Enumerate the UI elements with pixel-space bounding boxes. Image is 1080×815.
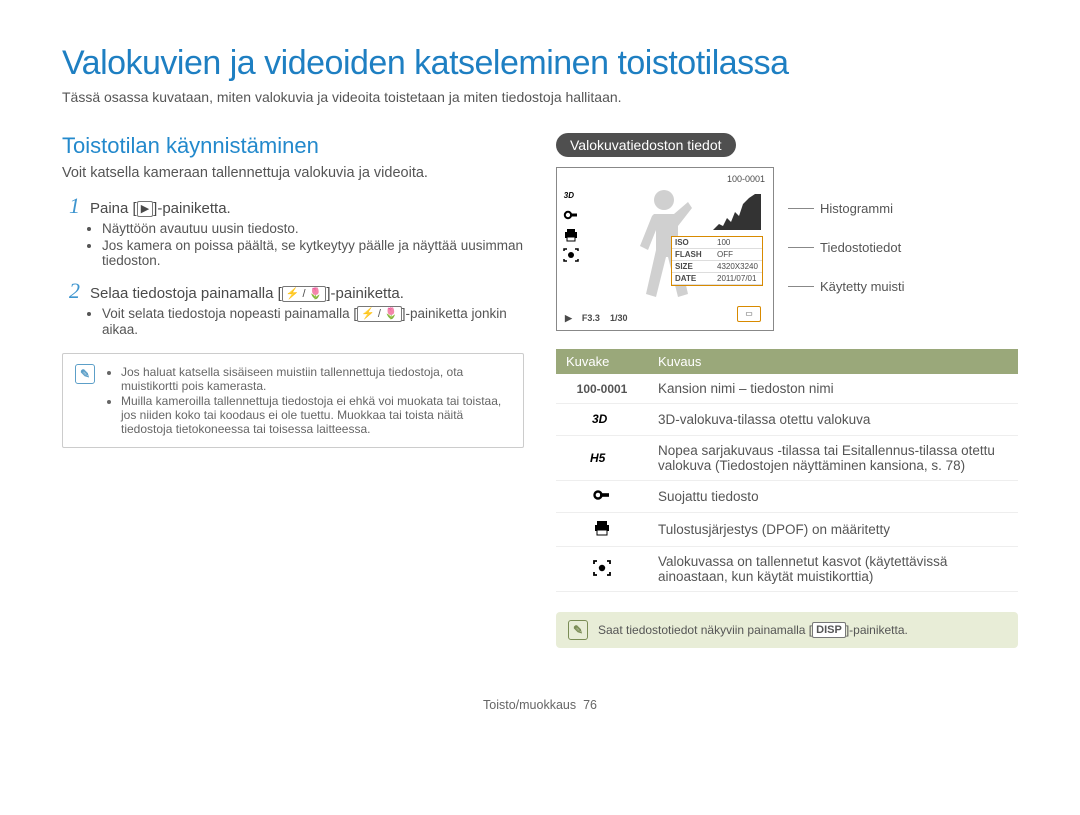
step-1-bullets: Näyttöön avautuu uusin tiedosto. Jos kam… <box>102 221 524 268</box>
shutter-value: 1/30 <box>610 313 628 324</box>
folder-id-label: 100-0001 <box>727 174 765 184</box>
footer-page-number: 76 <box>583 698 597 712</box>
icon-legend-table: Kuvake Kuvaus 100-0001 Kansion nimi – ti… <box>556 349 1018 592</box>
right-column: Valokuvatiedoston tiedot 100-0001 3D <box>556 133 1018 648</box>
note-list: Jos haluat katsella sisäiseen muistiin t… <box>105 364 511 437</box>
note-icon: ✎ <box>75 364 95 384</box>
callout-label: Histogrammi <box>820 201 893 216</box>
file-info-box: ISO100 FLASHOFF SIZE4320X3240 DATE2011/0… <box>671 236 763 286</box>
svg-text:3D: 3D <box>592 412 608 425</box>
two-column-layout: Toistotilan käynnistäminen Voit katsella… <box>62 133 1018 648</box>
info-label: SIZE <box>672 261 714 273</box>
tip-bar: ✎ Saat tiedostotiedot näkyviin painamall… <box>556 612 1018 648</box>
svg-text:3D: 3D <box>564 191 574 200</box>
text-fragment: Voit selata tiedostoja nopeasti painamal… <box>102 306 357 321</box>
screen-left-icons: 3D <box>563 188 579 262</box>
table-row: Suojattu tiedosto <box>556 481 1018 513</box>
list-item: Jos kamera on poissa päältä, se kytkeyty… <box>102 238 524 268</box>
callout-fileinfo: Tiedostotiedot <box>788 240 905 255</box>
legend-desc: 3D-valokuva-tilassa otettu valokuva <box>648 404 1018 436</box>
table-header-desc: Kuvaus <box>648 349 1018 374</box>
text-fragment: ]-painiketta. <box>153 200 231 217</box>
nav-buttons-icon: ⚡ / 🌷 <box>357 306 402 322</box>
printer-icon <box>556 513 648 547</box>
svg-text:H5: H5 <box>590 451 606 464</box>
page-title: Valokuvien ja videoiden katseleminen toi… <box>62 44 1018 83</box>
text-fragment: ]-painiketta. <box>326 285 404 302</box>
diagram-row: 100-0001 3D ISO <box>556 167 1018 331</box>
step-1: 1 Paina [▶]-painiketta. <box>62 195 524 217</box>
table-row: Valokuvassa on tallennetut kasvot (käyte… <box>556 547 1018 592</box>
page: Valokuvien ja videoiden katseleminen toi… <box>0 0 1080 740</box>
aperture-value: F3.3 <box>582 313 600 324</box>
section-subhead: Toistotilan käynnistäminen <box>62 133 524 159</box>
legend-desc: Kansion nimi – tiedoston nimi <box>648 374 1018 404</box>
section-lead: Voit katsella kameraan tallennettuja val… <box>62 165 524 181</box>
text-fragment: Saat tiedostotiedot näkyviin painamalla … <box>598 623 812 637</box>
step-number: 2 <box>62 280 80 302</box>
step-2-bullets: Voit selata tiedostoja nopeasti painamal… <box>102 306 524 337</box>
table-row: 3D 3D-valokuva-tilassa otettu valokuva <box>556 404 1018 436</box>
callout-label: Käytetty muisti <box>820 279 905 294</box>
left-column: Toistotilan käynnistäminen Voit katsella… <box>62 133 524 648</box>
section-pill: Valokuvatiedoston tiedot <box>556 133 736 157</box>
info-label: DATE <box>672 273 714 285</box>
memory-icon: ▭ <box>737 306 761 322</box>
lock-icon <box>563 208 579 222</box>
screen-bottom-bar: ▶ F3.3 1/30 <box>565 313 627 324</box>
callout-label: Tiedostotiedot <box>820 240 901 255</box>
callout-line <box>788 247 814 248</box>
list-item: Jos haluat katsella sisäiseen muistiin t… <box>121 365 511 393</box>
step-text: Paina [▶]-painiketta. <box>90 200 231 217</box>
camera-screen-diagram: 100-0001 3D ISO <box>556 167 774 331</box>
info-value: 4320X3240 <box>714 261 762 273</box>
text-fragment: ]-painiketta. <box>846 623 908 637</box>
note-icon: ✎ <box>568 620 588 640</box>
table-row: 100-0001 Kansion nimi – tiedoston nimi <box>556 374 1018 404</box>
step-number: 1 <box>62 195 80 217</box>
tip-text: Saat tiedostotiedot näkyviin painamalla … <box>598 622 908 638</box>
text-fragment: Selaa tiedostoja painamalla [ <box>90 285 282 302</box>
histogram-graphic <box>713 194 761 230</box>
nav-buttons-icon: ⚡ / 🌷 <box>282 286 327 302</box>
callout-memory: Käytetty muisti <box>788 279 905 294</box>
lock-icon <box>556 481 648 513</box>
list-item: Näyttöön avautuu uusin tiedosto. <box>102 221 524 236</box>
page-footer: Toisto/muokkaus 76 <box>62 698 1018 712</box>
legend-icon-folderid: 100-0001 <box>556 374 648 404</box>
callout-histogram: Histogrammi <box>788 201 905 216</box>
table-row: Tulostusjärjestys (DPOF) on määritetty <box>556 513 1018 547</box>
callout-line <box>788 208 814 209</box>
step-text: Selaa tiedostoja painamalla [⚡ / 🌷]-pain… <box>90 285 404 302</box>
footer-section: Toisto/muokkaus <box>483 698 576 712</box>
burst-icon: H5 <box>556 436 648 481</box>
intro-text: Tässä osassa kuvataan, miten valokuvia j… <box>62 89 1018 105</box>
play-mode-icon: ▶ <box>565 313 572 324</box>
legend-desc: Tulostusjärjestys (DPOF) on määritetty <box>648 513 1018 547</box>
step-2: 2 Selaa tiedostoja painamalla [⚡ / 🌷]-pa… <box>62 280 524 302</box>
info-label: FLASH <box>672 249 714 261</box>
note-box: ✎ Jos haluat katsella sisäiseen muistiin… <box>62 353 524 448</box>
face-detect-icon <box>563 248 579 262</box>
3d-icon: 3D <box>556 404 648 436</box>
face-detect-icon <box>556 547 648 592</box>
play-button-icon: ▶ <box>137 201 153 217</box>
table-header-icon: Kuvake <box>556 349 648 374</box>
list-item: Muilla kameroilla tallennettuja tiedosto… <box>121 394 511 436</box>
text-fragment: Paina [ <box>90 200 137 217</box>
table-row: H5 Nopea sarjakuvaus -tilassa tai Esital… <box>556 436 1018 481</box>
printer-icon <box>563 228 579 242</box>
legend-desc: Nopea sarjakuvaus -tilassa tai Esitallen… <box>648 436 1018 481</box>
disp-button-icon: DISP <box>812 622 846 638</box>
3d-icon: 3D <box>563 188 579 202</box>
info-value: 100 <box>714 237 762 249</box>
info-value: 2011/07/01 <box>714 273 762 285</box>
callout-line <box>788 286 814 287</box>
info-value: OFF <box>714 249 762 261</box>
legend-desc: Suojattu tiedosto <box>648 481 1018 513</box>
info-label: ISO <box>672 237 714 249</box>
diagram-callouts: Histogrammi Tiedostotiedot Käytetty muis… <box>788 167 905 294</box>
list-item: Voit selata tiedostoja nopeasti painamal… <box>102 306 524 337</box>
legend-desc: Valokuvassa on tallennetut kasvot (käyte… <box>648 547 1018 592</box>
